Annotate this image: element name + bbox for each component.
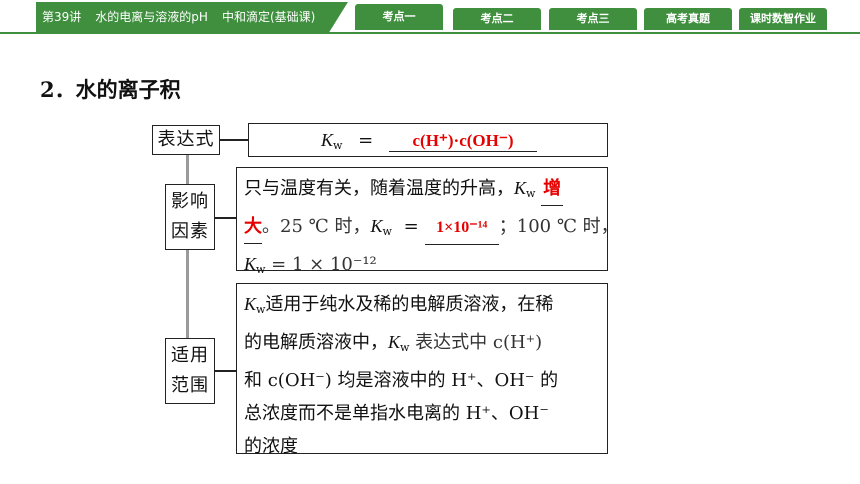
kw-subscript: w xyxy=(333,139,343,152)
spine-segment xyxy=(186,250,189,338)
scope-text-4: 总浓度而不是单指水电离的 H⁺、OH⁻ xyxy=(244,403,549,424)
lesson-number: 第39讲 xyxy=(42,10,82,24)
tab-homework[interactable]: 课时数智作业 xyxy=(739,8,827,30)
factors-box: 只与温度有关，随着温度的升高，Kw 增 大。25 ℃ 时，Kw = 1×10⁻¹⁴… xyxy=(236,167,619,276)
answer-blank: c(H⁺)·c(OH⁻) xyxy=(389,130,537,152)
connector-line xyxy=(215,217,236,219)
connector-line xyxy=(220,139,248,141)
kw-subscript: w xyxy=(526,187,536,200)
scope-line-5: 的浓度 xyxy=(244,430,601,463)
answer-kw-25c: 1×10⁻¹⁴ xyxy=(436,219,488,236)
kw-symbol: K xyxy=(321,130,334,150)
factors-line-1: 只与温度有关，随着温度的升高，Kw 增 xyxy=(244,172,601,210)
top-navigation-bar: 第39讲 水的电离与溶液的pH 中和滴定(基础课) 考点一 考点二 考点三 高考真题… xyxy=(0,0,860,34)
factors-text-2: 。25 ℃ 时， xyxy=(262,216,371,237)
tab-kaodian-1[interactable]: 考点一 xyxy=(355,4,443,30)
scope-text-1: 适用于纯水及稀的电解质溶液，在稀 xyxy=(265,294,554,315)
section-heading: 2．水的离子积 xyxy=(40,77,181,102)
label-expression: 表达式 xyxy=(152,125,220,155)
kw-subscript: w xyxy=(382,225,392,238)
answer-increase-part2: 大 xyxy=(244,216,262,236)
scope-line-4: 总浓度而不是单指水电离的 H⁺、OH⁻ xyxy=(244,397,601,430)
scope-line-2: 的电解质溶液中，Kw 表达式中 c(H⁺) xyxy=(244,326,601,364)
kw-symbol: K xyxy=(388,332,401,352)
equals-sign: = xyxy=(358,130,374,151)
factors-text-4: = 1 × 10⁻¹² xyxy=(265,254,377,275)
factors-text-1: 只与温度有关，随着温度的升高， xyxy=(244,178,514,199)
lesson-title: 水的电离与溶液的pH xyxy=(95,10,208,24)
answer-blank: 大 xyxy=(244,210,262,244)
label-factors-line1: 影响 xyxy=(171,191,209,212)
scope-box: Kw适用于纯水及稀的电解质溶液，在稀 的电解质溶液中，Kw 表达式中 c(H⁺)… xyxy=(236,283,608,457)
answer-blank: 1×10⁻¹⁴ xyxy=(424,210,499,245)
scope-text-2: 的电解质溶液中， xyxy=(244,332,388,353)
factors-line-2: 大。25 ℃ 时，Kw = 1×10⁻¹⁴ ；100 ℃ 时， xyxy=(244,210,619,248)
factors-text-3: ；100 ℃ 时， xyxy=(498,216,619,237)
label-factors-line2: 因素 xyxy=(171,221,209,242)
expression-box: Kw = c(H⁺)·c(OH⁻) xyxy=(248,123,608,157)
label-scope-line1: 适用 xyxy=(171,345,209,366)
label-expression-text: 表达式 xyxy=(157,129,215,150)
kw-formula: Kw = c(H⁺)·c(OH⁻) xyxy=(321,130,537,152)
kw-symbol: K xyxy=(244,294,257,314)
kw-symbol: K xyxy=(244,254,257,274)
scope-text-3: 和 c(OH⁻) 均是溶液中的 H⁺、OH⁻ 的 xyxy=(244,370,559,391)
tab-kaodian-2[interactable]: 考点二 xyxy=(453,8,541,30)
answer-increase-part1: 增 xyxy=(543,178,562,198)
tab-kaodian-3[interactable]: 考点三 xyxy=(549,8,637,30)
answer-blank: 增 xyxy=(541,172,564,206)
connector-line xyxy=(215,370,236,372)
scope-text-5: 的浓度 xyxy=(244,436,298,457)
label-scope-line2: 范围 xyxy=(171,375,209,396)
lesson-subtitle: 中和滴定(基础课) xyxy=(221,10,316,24)
scope-line-3: 和 c(OH⁻) 均是溶液中的 H⁺、OH⁻ 的 xyxy=(244,364,601,397)
kw-symbol: K xyxy=(370,216,383,236)
scope-line-1: Kw适用于纯水及稀的电解质溶液，在稀 xyxy=(244,288,601,326)
topbar-divider xyxy=(0,32,860,34)
answer-expression: c(H⁺)·c(OH⁻) xyxy=(412,131,514,150)
label-scope: 适用 范围 xyxy=(165,338,215,404)
tab-gaokao-zhenti[interactable]: 高考真题 xyxy=(644,8,732,30)
spine-segment xyxy=(186,154,189,184)
factors-line-3: Kw = 1 × 10⁻¹² xyxy=(244,248,601,286)
label-factors: 影响 因素 xyxy=(165,184,215,250)
kw-symbol: K xyxy=(514,178,527,198)
scope-text-2b: 表达式中 c(H⁺) xyxy=(409,332,543,353)
equals-sign: = xyxy=(403,216,419,237)
lesson-banner: 第39讲 水的电离与溶液的pH 中和滴定(基础课) xyxy=(36,2,348,32)
